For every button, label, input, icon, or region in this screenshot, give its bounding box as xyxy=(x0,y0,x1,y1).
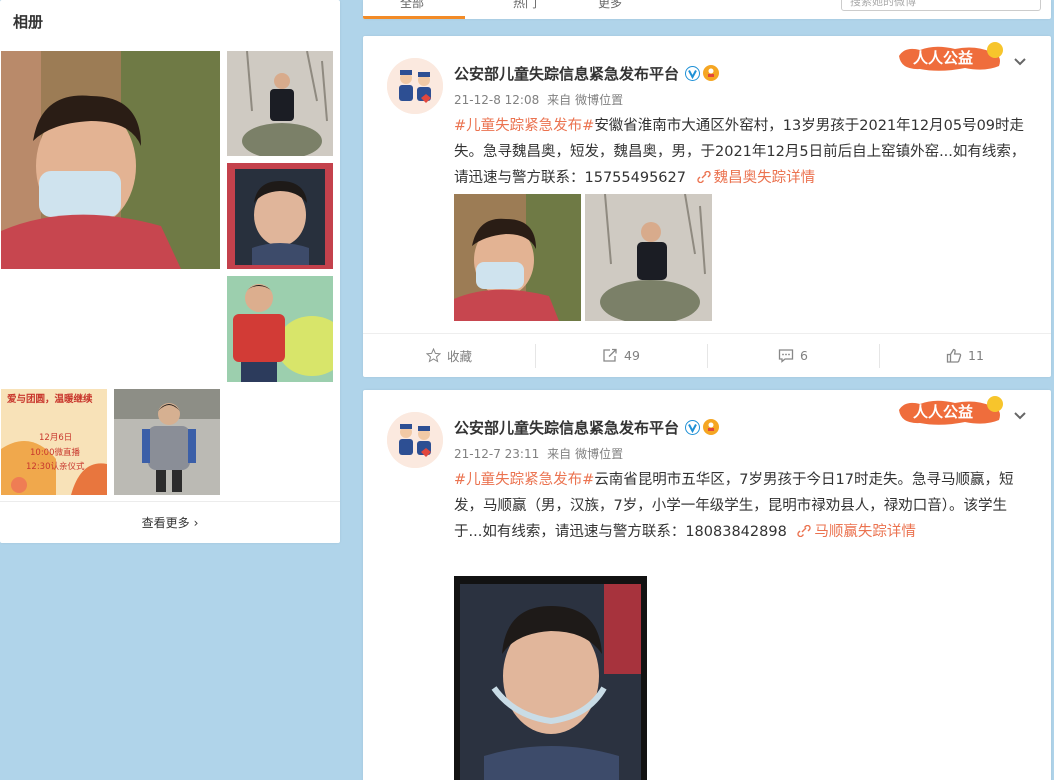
author-name[interactable]: 公安部儿童失踪信息紧急发布平台 xyxy=(454,417,720,438)
chevron-down-icon[interactable] xyxy=(1013,408,1027,422)
promo-line-3: 10:00微直播 xyxy=(30,448,80,458)
see-more-link[interactable]: 查看更多 › xyxy=(0,501,340,543)
repost-button[interactable]: 49 xyxy=(535,334,707,377)
avatar[interactable] xyxy=(387,412,443,468)
comment-icon xyxy=(778,349,794,363)
charity-badge[interactable]: 人人公益 xyxy=(895,394,1007,428)
boy-red-sweater-photo xyxy=(227,276,333,382)
comment-button[interactable]: 6 xyxy=(707,334,879,377)
search-input[interactable]: 搜索她的微博 xyxy=(841,0,1041,11)
post-action-bar: 收藏 49 6 11 xyxy=(363,333,1051,377)
album-photo-3[interactable] xyxy=(227,163,333,269)
album-title: 相册 xyxy=(13,13,44,31)
favorite-label: 收藏 xyxy=(446,349,472,364)
chevron-down-icon[interactable] xyxy=(1013,54,1027,68)
post-image-1[interactable] xyxy=(454,194,581,321)
album-photo-5[interactable]: 爱与团圆，温暖继续 12月6日 10:00微直播 12:30认亲仪式 xyxy=(1,389,107,495)
post-source[interactable]: 微博位置 xyxy=(575,93,623,107)
promo-line-1: 爱与团圆，温暖继续 xyxy=(7,394,93,405)
detail-link[interactable]: 马顺赢失踪详情 xyxy=(791,524,916,540)
post-text: #儿童失踪紧急发布#云南省昆明市五华区，7岁男孩于今日17时走失。急寻马顺赢，短… xyxy=(454,467,1034,545)
tab-all[interactable]: 全部 xyxy=(400,0,424,11)
v-verified-icon xyxy=(685,420,701,435)
post-source[interactable]: 微博位置 xyxy=(575,447,623,461)
favorite-button[interactable]: 收藏 xyxy=(363,334,535,377)
post-image-2[interactable] xyxy=(585,194,712,321)
feed-post: 公安部儿童失踪信息紧急发布平台 21-12-8 12:08 来自 微博位置 人人公… xyxy=(363,36,1051,377)
detail-link-label: 魏昌奥失踪详情 xyxy=(713,170,816,186)
boy-mask-photo xyxy=(454,194,581,321)
tab-more[interactable]: 更多 xyxy=(598,0,622,11)
post-meta: 21-12-7 23:11 来自 微博位置 xyxy=(454,445,623,462)
boy-portrait-photo xyxy=(227,163,333,269)
feed-tab-bar: 全部 热门 更多 搜索她的微博 xyxy=(363,0,1051,19)
comment-count: 6 xyxy=(800,348,808,363)
charity-badge-label: 人人公益 xyxy=(913,403,974,421)
police-avatar-icon xyxy=(387,412,443,468)
detail-link-label: 马顺赢失踪详情 xyxy=(814,524,916,540)
see-more-label: 查看更多 xyxy=(141,516,190,530)
boy-mask-photo xyxy=(1,51,220,269)
police-avatar-icon xyxy=(387,58,443,114)
repost-icon xyxy=(603,348,617,362)
feed-post: 公安部儿童失踪信息紧急发布平台 21-12-7 23:11 来自 微博位置 人人公… xyxy=(363,390,1051,780)
charity-badge-label: 人人公益 xyxy=(913,49,974,67)
charity-medal-icon xyxy=(703,65,720,81)
kid-backpack-photo xyxy=(114,389,220,495)
album-photo-4[interactable] xyxy=(227,276,333,382)
boy-portrait-photo xyxy=(454,576,647,780)
thumbs-up-icon xyxy=(946,348,962,363)
charity-badge[interactable]: 人人公益 xyxy=(895,40,1007,74)
v-verified-icon xyxy=(685,66,701,81)
like-button[interactable]: 11 xyxy=(879,334,1051,377)
boy-on-rock-photo xyxy=(227,51,333,156)
post-source-prefix: 来自 xyxy=(547,93,572,107)
detail-link[interactable]: 魏昌奥失踪详情 xyxy=(691,170,816,186)
promo-line-2: 12月6日 xyxy=(39,433,73,443)
hashtag-link[interactable]: #儿童失踪紧急发布# xyxy=(454,118,594,134)
charity-medal-icon xyxy=(703,419,720,435)
album-photo-6[interactable] xyxy=(114,389,220,495)
album-photo-2[interactable] xyxy=(227,51,333,156)
post-meta: 21-12-8 12:08 来自 微博位置 xyxy=(454,91,623,108)
star-icon xyxy=(425,348,441,363)
post-source-prefix: 来自 xyxy=(547,447,572,461)
link-icon xyxy=(696,170,711,184)
avatar[interactable] xyxy=(387,58,443,114)
post-time[interactable]: 21-12-7 23:11 xyxy=(454,447,539,461)
album-photo-1[interactable] xyxy=(1,51,220,269)
hashtag-link[interactable]: #儿童失踪紧急发布# xyxy=(454,472,594,488)
post-text: #儿童失踪紧急发布#安徽省淮南市大通区外窑村，13岁男孩于2021年12月05号… xyxy=(454,113,1034,191)
album-card: 相册 爱与团圆，温暖继续 12月6日 10:00微直播 12:30认亲仪式 查看… xyxy=(0,0,340,543)
post-image-1[interactable] xyxy=(454,576,647,780)
like-count: 11 xyxy=(968,348,984,363)
promo-line-4: 12:30认亲仪式 xyxy=(26,462,85,472)
boy-on-rock-photo xyxy=(585,194,712,321)
author-name[interactable]: 公安部儿童失踪信息紧急发布平台 xyxy=(454,63,720,84)
post-time[interactable]: 21-12-8 12:08 xyxy=(454,93,539,107)
tab-active-indicator xyxy=(363,16,465,19)
author-name-text: 公安部儿童失踪信息紧急发布平台 xyxy=(454,419,680,437)
repost-count: 49 xyxy=(624,348,640,363)
author-name-text: 公安部儿童失踪信息紧急发布平台 xyxy=(454,65,680,83)
chevron-right-icon: › xyxy=(193,516,199,530)
link-icon xyxy=(797,524,812,538)
tab-hot[interactable]: 热门 xyxy=(513,0,537,11)
